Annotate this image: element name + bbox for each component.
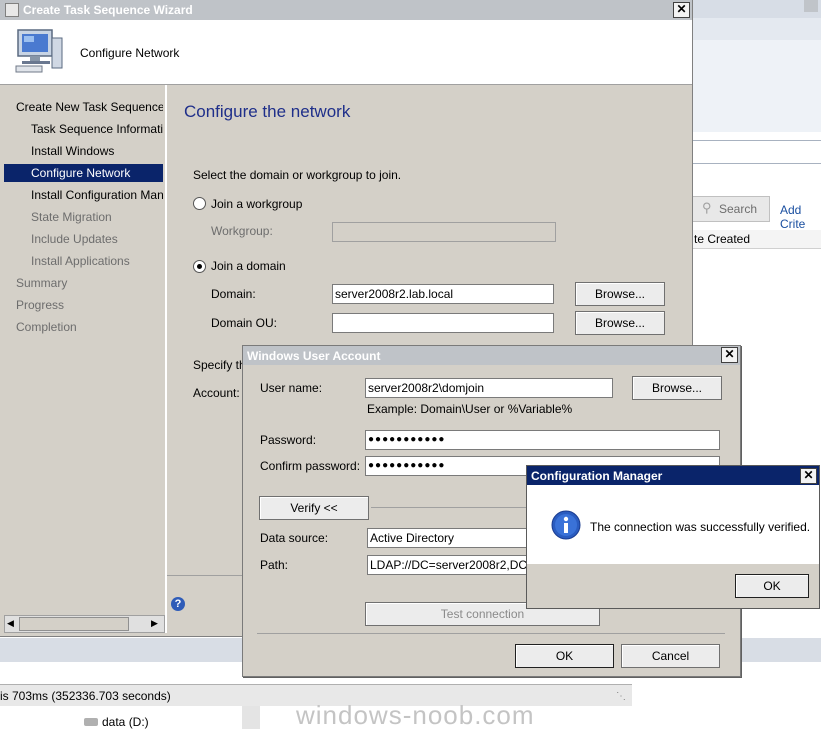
user-dialog-close-button[interactable]: ✕: [721, 347, 738, 363]
nav-item-include-updates: Include Updates: [31, 232, 118, 246]
nav-item-task-sequence-information: Task Sequence Information: [31, 122, 163, 136]
confirm-password-label: Confirm password:: [260, 459, 361, 473]
help-icon[interactable]: ?: [171, 597, 185, 611]
message-box-ok-button[interactable]: OK: [735, 574, 809, 598]
message-box-title-bar[interactable]: Configuration Manager ✕: [527, 466, 819, 485]
workgroup-label: Workgroup:: [211, 224, 273, 238]
user-dialog-title: Windows User Account: [247, 349, 381, 363]
workgroup-radio[interactable]: [193, 197, 206, 210]
search-icon: ⚲: [702, 200, 712, 215]
domain-ou-label: Domain OU:: [211, 316, 278, 330]
nav-item-install-configuration-manag: Install Configuration Manag: [31, 188, 163, 202]
account-label: Account:: [193, 386, 240, 400]
wizard-nav-pane: Create New Task Sequence Task Sequence In…: [0, 85, 167, 633]
nav-item-completion: Completion: [16, 320, 77, 334]
path-label: Path:: [260, 558, 289, 572]
instruction-text: Select the domain or workgroup to join.: [193, 168, 402, 182]
page-heading: Configure the network: [184, 102, 351, 121]
close-icon[interactable]: [804, 0, 818, 12]
user-dialog-cancel-button[interactable]: Cancel: [621, 644, 720, 668]
domain-radio-label[interactable]: Join a domain: [211, 259, 286, 273]
drive-label[interactable]: data (D:): [102, 715, 149, 729]
domain-radio[interactable]: [193, 260, 206, 273]
nav-item-configure-network: Configure Network: [4, 164, 163, 182]
search-button[interactable]: Search: [719, 202, 757, 216]
scroll-left-icon[interactable]: ◀: [7, 618, 14, 629]
header-title: Configure Network: [80, 46, 180, 60]
data-source-label: Data source:: [260, 531, 329, 545]
message-text: The connection was successfully verified…: [590, 520, 811, 534]
user-dialog-title-bar[interactable]: Windows User Account ✕: [243, 346, 740, 365]
nav-item-create-new-task-sequence: Create New Task Sequence: [16, 100, 163, 114]
add-criteria-link[interactable]: Add Crite: [780, 203, 821, 231]
drive-icon: [84, 718, 98, 726]
watermark: windows-noob.com: [296, 700, 535, 730]
username-example: Example: Domain\User or %Variable%: [367, 402, 573, 416]
computer-icon: [15, 29, 63, 73]
domain-field[interactable]: server2008r2.lab.local: [332, 284, 554, 304]
info-icon: [551, 510, 581, 540]
workgroup-radio-label[interactable]: Join a workgroup: [211, 197, 302, 211]
message-box-close-button[interactable]: ✕: [800, 468, 817, 484]
user-dialog-footer-separator: [257, 633, 725, 634]
nav-item-summary: Summary: [16, 276, 68, 290]
domain-ou-field[interactable]: [332, 313, 554, 333]
message-box-title: Configuration Manager: [531, 469, 663, 483]
username-field[interactable]: server2008r2\domjoin: [365, 378, 613, 398]
nav-item-progress: Progress: [16, 298, 65, 312]
username-browse-button[interactable]: Browse...: [632, 376, 722, 400]
password-field[interactable]: ●●●●●●●●●●●: [365, 430, 720, 450]
column-header-date-created[interactable]: te Created: [694, 232, 750, 246]
status-text: is 703ms (352336.703 seconds): [0, 689, 171, 703]
wizard-header: Configure Network: [0, 20, 692, 85]
scroll-right-icon[interactable]: ▶: [151, 618, 158, 629]
domain-label: Domain:: [211, 287, 256, 301]
nav-item-install-windows: Install Windows: [31, 144, 115, 158]
domain-browse-button[interactable]: Browse...: [575, 282, 665, 306]
nav-item-state-migration: State Migration: [31, 210, 112, 224]
scrollbar-thumb[interactable]: [19, 617, 129, 631]
wizard-title-bar[interactable]: Create Task Sequence Wizard ✕: [0, 0, 692, 20]
user-dialog-ok-button[interactable]: OK: [515, 644, 614, 668]
wizard-title: Create Task Sequence Wizard: [23, 3, 193, 17]
username-label: User name:: [260, 381, 323, 395]
nav-horizontal-scrollbar[interactable]: ◀ ▶: [4, 615, 165, 633]
message-box: Configuration Manager ✕ The connection w…: [526, 465, 820, 609]
wizard-close-button[interactable]: ✕: [673, 2, 690, 18]
workgroup-field[interactable]: [332, 222, 556, 242]
resize-grip-icon: ⋱: [616, 691, 626, 702]
verify-button[interactable]: Verify <<: [259, 496, 369, 520]
nav-item-install-applications: Install Applications: [31, 254, 130, 268]
password-label: Password:: [260, 433, 317, 447]
wizard-app-icon: [5, 3, 19, 17]
domain-ou-browse-button[interactable]: Browse...: [575, 311, 665, 335]
